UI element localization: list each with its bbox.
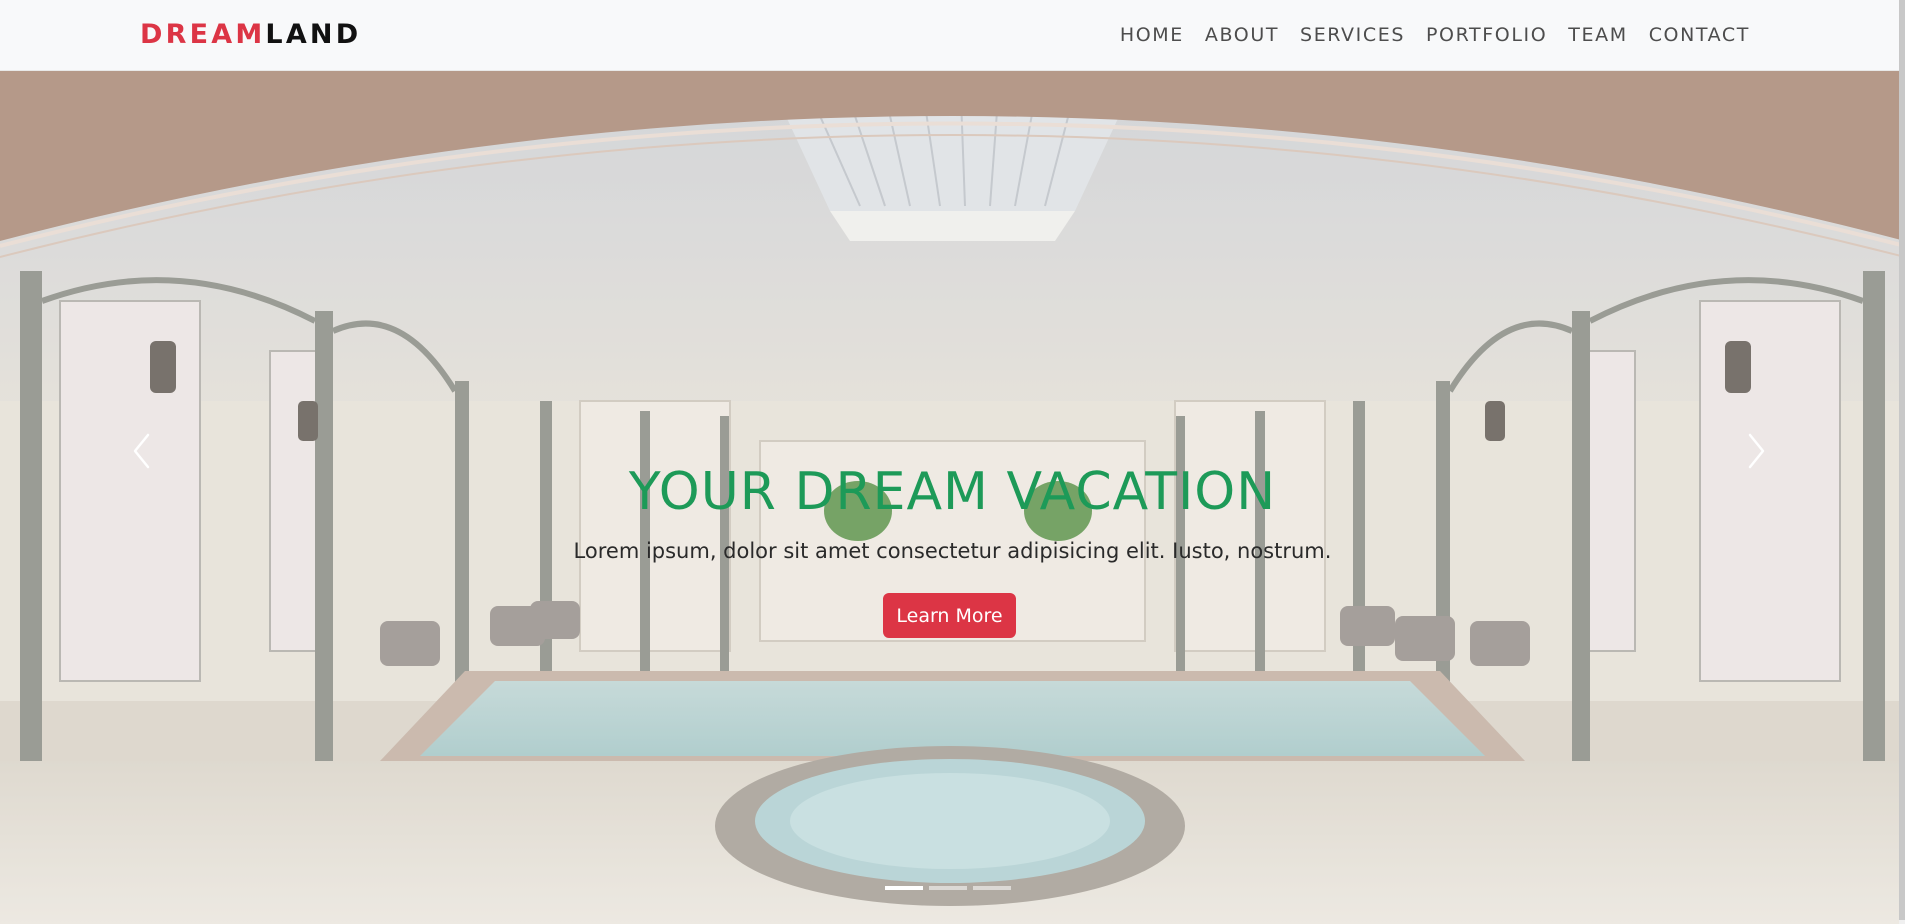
navbar: DREAMLAND HOME ABOUT SERVICES PORTFOLIO … (0, 0, 1905, 71)
carousel-indicator-3[interactable] (973, 886, 1011, 890)
hero-title: YOUR DREAM VACATION (628, 462, 1277, 522)
carousel-indicator-1[interactable] (885, 886, 923, 890)
brand-logo[interactable]: DREAMLAND (140, 18, 361, 52)
nav-link-about[interactable]: ABOUT (1205, 22, 1279, 48)
hero-carousel: YOUR DREAM VACATION Lorem ipsum, dolor s… (0, 71, 1905, 924)
learn-more-button[interactable]: Learn More (883, 593, 1016, 638)
carousel-indicators (885, 886, 1011, 890)
nav-links: HOME ABOUT SERVICES PORTFOLIO TEAM CONTA… (1099, 22, 1750, 48)
nav-link-contact[interactable]: CONTACT (1649, 22, 1750, 48)
page-scrollbar-thumb[interactable] (1899, 0, 1905, 920)
brand-logo-part-dream: DREAM (140, 19, 266, 50)
nav-link-team[interactable]: TEAM (1568, 22, 1627, 48)
brand-logo-part-land: LAND (265, 19, 362, 50)
hero-subtitle: Lorem ipsum, dolor sit amet consectetur … (573, 539, 1332, 563)
nav-link-services[interactable]: SERVICES (1300, 22, 1405, 48)
page-scrollbar[interactable] (1899, 0, 1905, 924)
carousel-indicator-2[interactable] (929, 886, 967, 890)
nav-link-home[interactable]: HOME (1120, 22, 1184, 48)
nav-link-portfolio[interactable]: PORTFOLIO (1426, 22, 1547, 48)
